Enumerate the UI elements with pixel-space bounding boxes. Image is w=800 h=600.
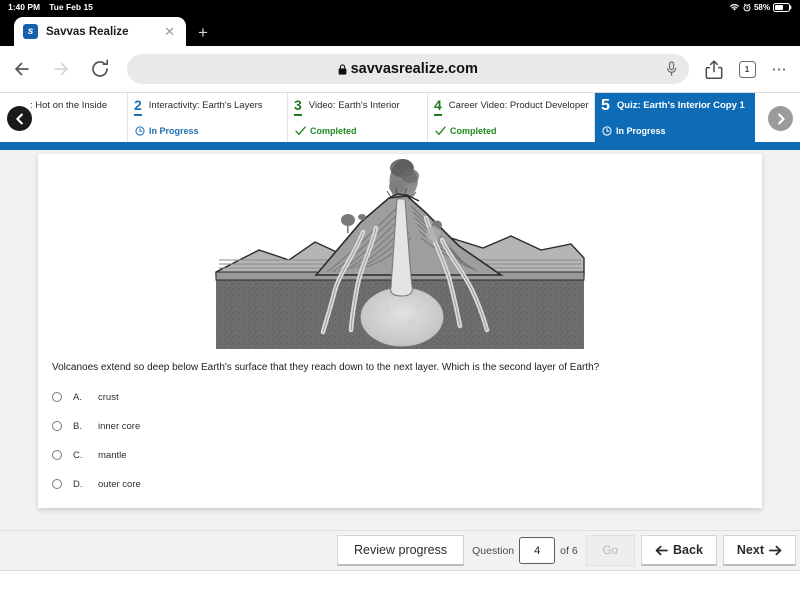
lesson-step-5-label: Quiz: Earth's Interior Copy 1 <box>617 98 745 111</box>
savvas-favicon-icon: s <box>23 24 38 39</box>
lesson-step-list: : Hot on the Inside 2 Interactivity: Ear… <box>0 93 800 142</box>
quiz-option-a-letter: A. <box>73 392 87 403</box>
lesson-step-2-head: 2 Interactivity: Earth's Layers <box>134 98 281 116</box>
lesson-step-2-number: 2 <box>134 98 142 116</box>
radio-button-d[interactable] <box>52 479 62 489</box>
clock-icon <box>135 126 145 136</box>
lesson-step-5[interactable]: 5 Quiz: Earth's Interior Copy 1 In Progr… <box>595 93 755 142</box>
lock-icon <box>338 64 347 75</box>
lesson-step-5-status: In Progress <box>601 126 749 138</box>
back-button-label: Back <box>673 543 703 557</box>
chevron-right-icon <box>775 113 787 125</box>
check-icon <box>295 126 306 136</box>
forward-arrow-icon[interactable] <box>51 59 74 79</box>
radio-button-b[interactable] <box>52 421 62 431</box>
go-button[interactable]: Go <box>586 535 635 566</box>
microphone-icon[interactable] <box>666 61 677 77</box>
arrow-left-icon <box>655 545 668 556</box>
ios-status-bar: 1:40 PM Tue Feb 15 58% <box>0 0 800 14</box>
lesson-step-2[interactable]: 2 Interactivity: Earth's Layers In Progr… <box>128 93 288 142</box>
browser-tab-savvas-realize[interactable]: s Savvas Realize ✕ <box>14 17 186 46</box>
share-icon[interactable] <box>705 59 723 80</box>
lesson-step-5-number: 5 <box>601 98 610 118</box>
quiz-option-b[interactable]: B. inner core <box>52 412 748 441</box>
lesson-step-4-status-label: Completed <box>450 126 497 136</box>
back-button[interactable]: Back <box>641 535 717 566</box>
lesson-step-5-status-label: In Progress <box>616 126 666 136</box>
browser-tab-title: Savvas Realize <box>46 26 154 38</box>
check-icon <box>435 126 446 136</box>
status-time: 1:40 PM <box>8 2 40 12</box>
chevron-left-icon <box>14 113 26 125</box>
lesson-step-3-label: Video: Earth's Interior <box>309 98 400 111</box>
lesson-step-3-status-label: Completed <box>310 126 357 136</box>
quiz-option-d[interactable]: D. outer core <box>52 470 748 499</box>
lesson-step-4-label: Career Video: Product Developer <box>449 98 589 111</box>
status-bar-right: 58% <box>729 0 792 14</box>
lesson-step-1-status <box>6 136 121 138</box>
next-button[interactable]: Next <box>723 535 796 566</box>
quiz-option-d-letter: D. <box>73 479 87 490</box>
page-body: Volcanoes extend so deep below Earth's s… <box>0 150 800 588</box>
lesson-step-4-status: Completed <box>434 126 588 138</box>
quiz-option-a-text: crust <box>98 392 119 403</box>
quiz-options-list: A. crust B. inner core C. mantle D. oute… <box>38 379 762 499</box>
status-bar-left: 1:40 PM Tue Feb 15 <box>8 2 93 12</box>
quiz-option-c-letter: C. <box>73 450 87 461</box>
reload-icon[interactable] <box>90 59 111 79</box>
lesson-step-2-status-label: In Progress <box>149 126 199 136</box>
alarm-icon <box>743 3 751 12</box>
wifi-icon <box>729 3 740 12</box>
battery-percent: 58% <box>754 3 770 12</box>
volcano-cross-section-diagram <box>211 154 589 349</box>
more-options-icon[interactable]: ⋯ <box>772 62 789 77</box>
lesson-step-3-number: 3 <box>294 98 302 116</box>
browser-tab-strip: s Savvas Realize ✕ + <box>0 14 800 46</box>
battery-icon <box>773 3 792 12</box>
status-date: Tue Feb 15 <box>49 2 93 12</box>
close-icon[interactable]: ✕ <box>162 25 177 38</box>
back-arrow-icon[interactable] <box>12 59 35 79</box>
lesson-step-4-head: 4 Career Video: Product Developer <box>434 98 588 116</box>
review-progress-button[interactable]: Review progress <box>337 535 464 566</box>
question-label: Question <box>472 545 514 557</box>
address-bar-url: savvasrealize.com <box>351 61 478 77</box>
question-total-label: of 6 <box>560 545 578 557</box>
page-bottom-area <box>0 571 800 588</box>
lesson-step-3[interactable]: 3 Video: Earth's Interior Completed <box>288 93 428 142</box>
quiz-option-a[interactable]: A. crust <box>52 383 748 412</box>
carousel-next-button[interactable] <box>768 106 793 131</box>
radio-button-c[interactable] <box>52 450 62 460</box>
next-button-label: Next <box>737 543 764 557</box>
quiz-footer-toolbar: Review progress Question of 6 Go Back Ne… <box>0 530 800 571</box>
radio-button-a[interactable] <box>52 392 62 402</box>
address-bar-content: savvasrealize.com <box>338 61 478 77</box>
quiz-option-b-letter: B. <box>73 421 87 432</box>
lesson-step-2-status: In Progress <box>134 126 281 138</box>
quiz-option-c[interactable]: C. mantle <box>52 441 748 470</box>
quiz-option-c-text: mantle <box>98 450 127 461</box>
question-navigator: Question of 6 <box>466 537 584 564</box>
lesson-step-2-label: Interactivity: Earth's Layers <box>149 98 263 111</box>
arrow-right-icon <box>769 545 782 556</box>
lesson-step-4[interactable]: 4 Career Video: Product Developer Comple… <box>428 93 595 142</box>
lesson-step-carousel: : Hot on the Inside 2 Interactivity: Ear… <box>0 93 800 142</box>
quiz-question-text: Volcanoes extend so deep below Earth's s… <box>38 349 762 379</box>
quiz-content-card: Volcanoes extend so deep below Earth's s… <box>38 154 762 508</box>
quiz-option-d-text: outer core <box>98 479 141 490</box>
tab-count-button[interactable]: 1 <box>739 61 756 78</box>
quiz-option-b-text: inner core <box>98 421 140 432</box>
lesson-step-3-head: 3 Video: Earth's Interior <box>294 98 421 116</box>
lesson-step-3-status: Completed <box>294 126 421 138</box>
address-bar[interactable]: savvasrealize.com <box>127 54 689 84</box>
brand-accent-bar <box>0 142 800 150</box>
carousel-prev-button[interactable] <box>7 106 32 131</box>
lesson-step-5-head: 5 Quiz: Earth's Interior Copy 1 <box>601 98 749 118</box>
lesson-step-4-number: 4 <box>434 98 442 116</box>
browser-toolbar: savvasrealize.com 1 ⋯ <box>0 46 800 93</box>
question-number-input[interactable] <box>519 537 555 564</box>
plus-icon[interactable]: + <box>198 24 208 41</box>
clock-icon <box>602 126 612 136</box>
